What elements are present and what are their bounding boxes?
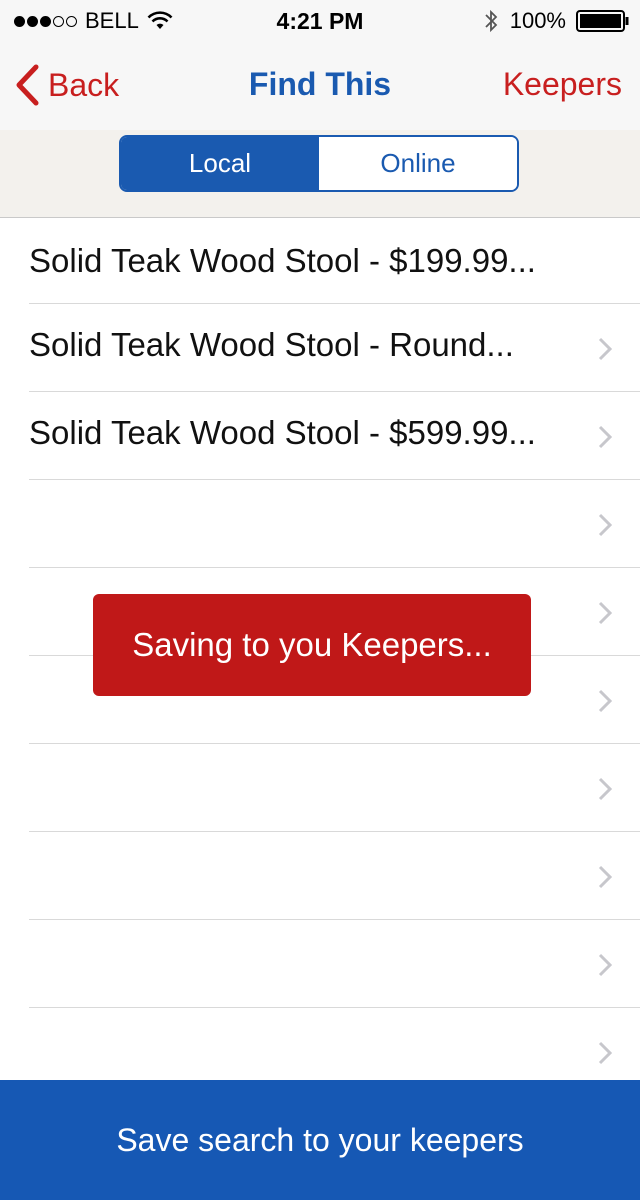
- chevron-right-icon: [598, 689, 612, 713]
- battery-percent: 100%: [509, 8, 566, 33]
- list-item[interactable]: [29, 832, 640, 920]
- save-search-button[interactable]: Save search to your keepers: [0, 1080, 640, 1200]
- chevron-right-icon: [598, 953, 612, 977]
- list-item[interactable]: [29, 744, 640, 832]
- list-item-label: Solid Teak Wood Stool - $199.99...: [29, 242, 536, 279]
- list-item[interactable]: Solid Teak Wood Stool - $599.99...: [29, 392, 640, 480]
- list-item[interactable]: Solid Teak Wood Stool - $199.99...: [29, 218, 640, 304]
- segment-local[interactable]: Local: [121, 137, 319, 190]
- navigation-bar: Back Find This Keepers: [0, 40, 640, 130]
- list-item[interactable]: Solid Teak Wood Stool - Round...: [29, 304, 640, 392]
- list-item-label: Solid Teak Wood Stool - Round...: [29, 326, 514, 363]
- chevron-right-icon: [598, 601, 612, 625]
- toast-message: Saving to you Keepers...: [132, 626, 492, 663]
- list-item[interactable]: [29, 920, 640, 1008]
- chevron-right-icon: [598, 513, 612, 537]
- keepers-button[interactable]: Keepers: [503, 66, 622, 103]
- saving-toast: Saving to you Keepers...: [93, 594, 531, 696]
- chevron-right-icon: [598, 1041, 612, 1065]
- chevron-right-icon: [598, 777, 612, 801]
- status-right: 100%: [484, 8, 630, 34]
- list-item[interactable]: [29, 480, 640, 568]
- local-online-segmented-control: Local Online: [119, 135, 519, 192]
- status-bar: BELL 4:21 PM 100%: [0, 0, 640, 40]
- segment-bar: Local Online: [0, 130, 640, 218]
- chevron-right-icon: [598, 865, 612, 889]
- chevron-right-icon: [598, 337, 612, 361]
- segment-online[interactable]: Online: [319, 137, 517, 190]
- list-item-label: Solid Teak Wood Stool - $599.99...: [29, 414, 536, 451]
- chevron-right-icon: [598, 425, 612, 449]
- battery-icon: [576, 10, 629, 32]
- bluetooth-icon: [485, 9, 497, 33]
- save-search-label: Save search to your keepers: [116, 1121, 524, 1158]
